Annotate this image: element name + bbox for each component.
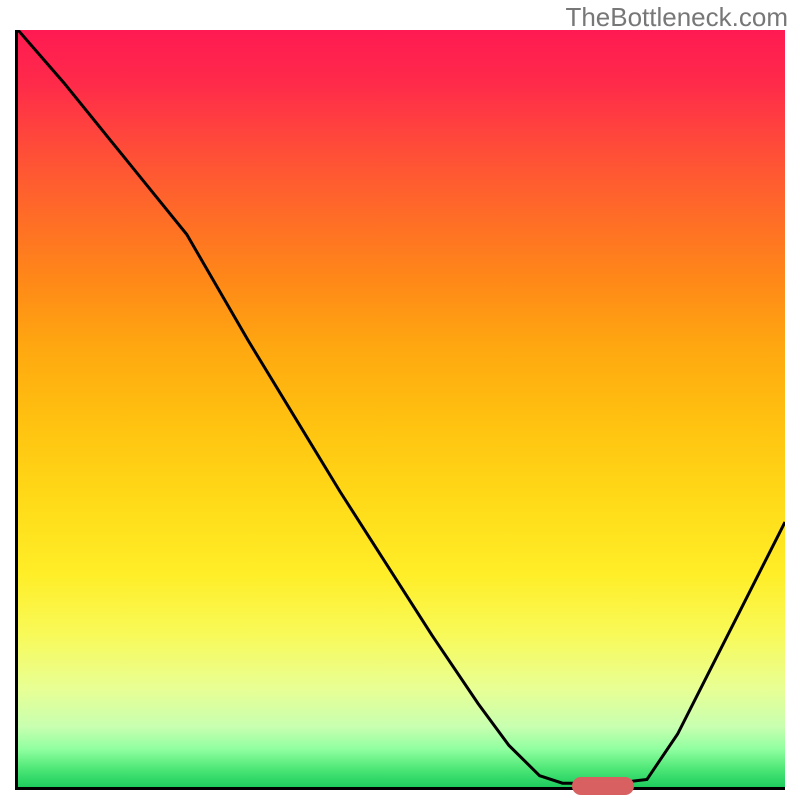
chart-area (15, 30, 785, 790)
watermark-text: TheBottleneck.com (565, 2, 788, 33)
curve-svg (18, 30, 785, 787)
optimal-zone-marker (572, 777, 634, 795)
bottleneck-curve (18, 30, 785, 783)
